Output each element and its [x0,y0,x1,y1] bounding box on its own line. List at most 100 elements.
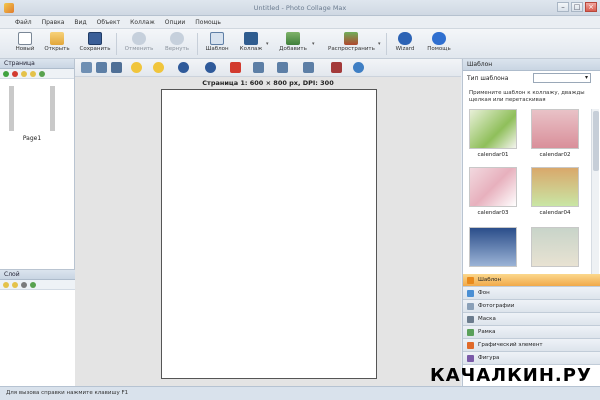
menu-help[interactable]: Помощь [190,16,226,28]
template-item[interactable] [469,227,517,267]
tab-clipart[interactable]: Графический элемент [463,339,600,352]
crop-icon[interactable] [111,62,122,73]
left-panel: Страница Page1 Слой [0,59,75,386]
redo-icon [170,32,184,45]
collage-icon [244,32,258,45]
menu-collage[interactable]: Коллаж [125,16,160,28]
wizard-icon [398,32,412,45]
delete-page-icon[interactable] [12,71,18,77]
tab-shape[interactable]: Фигура [463,352,600,365]
page-thumbnail[interactable] [9,86,55,131]
template-category-icon [467,276,474,284]
layers-panel-toolbar [0,280,75,290]
add-dropdown-arrow[interactable]: ▾ [312,41,315,47]
add-page-icon[interactable] [3,71,9,77]
menu-edit[interactable]: Правка [37,16,70,28]
maximize-button[interactable]: □ [571,2,583,12]
template-item[interactable] [531,227,579,267]
clipart-category-icon [467,341,474,349]
toolbar-separator [386,33,387,55]
layers-panel-header: Слой [0,270,75,280]
redo-button[interactable]: Вернуть [160,32,194,58]
template-panel-header: Шаблон [463,59,600,71]
tab-template[interactable]: Шаблон [463,274,600,287]
template-icon [210,32,224,45]
refresh-icon[interactable] [39,71,45,77]
menu-bar: Файл Правка Вид Объект Коллаж Опции Помо… [0,16,600,29]
page-info: Страница 1: 600 × 800 px, DPI: 300 [202,79,334,87]
tab-mask[interactable]: Маска [463,313,600,326]
wizard-button[interactable]: Wizard [388,32,422,58]
template-item[interactable]: calendar04 [531,167,579,216]
bring-forward-icon[interactable] [131,62,142,73]
watermark: КАЧАЛКИН.РУ [430,365,592,386]
template-item[interactable]: calendar02 [531,109,579,158]
collage-dropdown-arrow[interactable]: ▾ [266,41,269,47]
distribute-icon[interactable] [277,62,288,73]
window-title: Untitled - Photo Collage Max [253,4,347,12]
undo-button[interactable]: Отменить [122,32,156,58]
template-hint: Примените шаблон к коллажу, дважды щелка… [469,90,585,103]
help-button[interactable]: Помощь [422,32,456,58]
undo-icon [132,32,146,45]
minimize-button[interactable]: – [557,2,569,12]
refresh-layers-icon[interactable] [30,282,36,288]
rotate-right-icon[interactable] [178,62,189,73]
template-type-select[interactable] [533,73,591,83]
shape-category-icon [467,354,474,362]
settings-icon[interactable] [353,62,364,73]
template-item[interactable]: calendar01 [469,109,517,158]
add-button[interactable]: Добавить [276,32,310,58]
template-button[interactable]: Шаблон [200,32,234,58]
save-button[interactable]: Сохранить [78,32,112,58]
new-button[interactable]: Новый [8,32,42,58]
move-down-icon[interactable] [30,71,36,77]
size-icon[interactable] [303,62,314,73]
zoom-icon[interactable] [96,62,107,73]
pages-panel-header: Страница [0,59,74,69]
menu-object[interactable]: Объект [92,16,125,28]
page-thumbnail-label: Page1 [22,135,42,142]
menu-file[interactable]: Файл [10,16,37,28]
title-bar: Untitled - Photo Collage Max – □ × [0,0,600,16]
window-controls: – □ × [557,2,597,12]
layers-panel: Слой [0,269,75,386]
delete-layer-icon[interactable] [21,282,27,288]
collage-canvas[interactable] [161,89,377,379]
tab-background[interactable]: Фон [463,287,600,300]
photos-category-icon [467,302,474,310]
close-button[interactable]: × [585,2,597,12]
effects-icon[interactable] [331,62,342,73]
delete-icon[interactable] [230,62,241,73]
share-icon [344,32,358,45]
open-folder-icon [50,32,64,45]
send-backward-icon[interactable] [153,62,164,73]
mask-category-icon [467,315,474,323]
open-button[interactable]: Открыть [40,32,74,58]
toolbar-separator [197,33,198,55]
menu-options[interactable]: Опции [160,16,191,28]
tab-frame[interactable]: Рамка [463,326,600,339]
tab-photos[interactable]: Фотографии [463,300,600,313]
template-item[interactable]: calendar03 [469,167,517,216]
right-panel: Шаблон Тип шаблона Примените шаблон к ко… [462,59,600,386]
layer-down-icon[interactable] [12,282,18,288]
fit-icon[interactable] [81,62,92,73]
add-image-icon [286,32,300,45]
collage-button[interactable]: Коллаж [234,32,268,58]
align-icon[interactable] [253,62,264,73]
frame-category-icon [467,328,474,336]
save-icon [88,32,102,45]
rotate-left-icon[interactable] [205,62,216,73]
menu-view[interactable]: Вид [69,16,91,28]
layer-up-icon[interactable] [3,282,9,288]
edit-toolbar [75,59,461,77]
toolbar-separator [116,33,117,55]
workspace: Страница 1: 600 × 800 px, DPI: 300 [75,59,461,386]
new-file-icon [18,32,32,45]
share-dropdown-arrow[interactable]: ▾ [378,41,381,47]
move-up-icon[interactable] [21,71,27,77]
pages-panel-toolbar [0,69,74,79]
share-button[interactable]: Распространить [328,32,375,58]
status-bar: Для вызова справки нажмите клавишу F1 [0,386,600,400]
